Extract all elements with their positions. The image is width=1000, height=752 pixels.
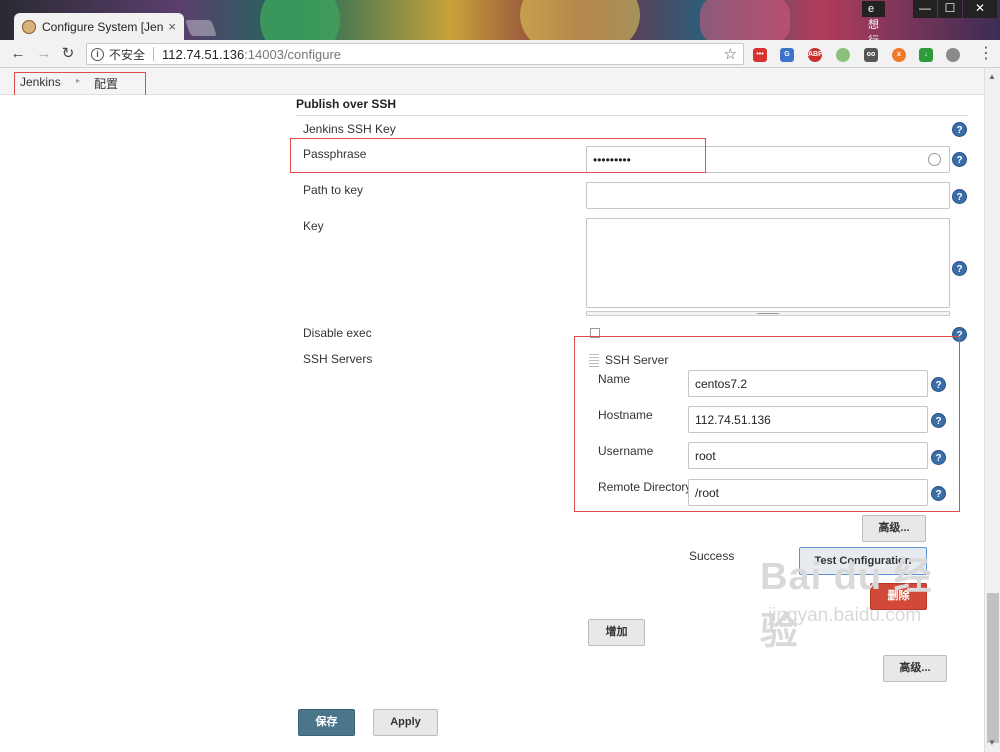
cloud-ext-icon[interactable]: [946, 48, 960, 62]
tab-close-icon[interactable]: ×: [168, 19, 176, 34]
help-icon[interactable]: ?: [952, 122, 967, 137]
maximize-icon[interactable]: ☐: [938, 0, 962, 18]
wallpaper-art: [520, 0, 640, 40]
path-to-key-field[interactable]: [586, 182, 950, 209]
watermark-url: jingyan.baidu.com: [768, 605, 922, 626]
path-to-key-label: Path to key: [303, 183, 364, 197]
divider: [153, 47, 155, 61]
url-path: :14003/configure: [244, 46, 342, 62]
security-label: 不安全: [109, 47, 146, 62]
browser-tab-configure-system[interactable]: Configure System [Jenk ×: [14, 13, 184, 40]
server-advanced-button[interactable]: 高级...: [862, 515, 926, 542]
username-field[interactable]: root: [688, 442, 928, 469]
help-icon[interactable]: ?: [952, 152, 967, 167]
close-window-icon[interactable]: ✕: [963, 0, 997, 18]
username-label: Username: [598, 444, 654, 458]
browser-menu-icon[interactable]: ⋮: [978, 45, 994, 63]
advanced-button[interactable]: 高级...: [883, 655, 947, 682]
bracket-ext-icon[interactable]: oo: [864, 48, 878, 62]
scroll-thumb[interactable]: [987, 593, 999, 743]
passphrase-label: Passphrase: [303, 147, 367, 161]
passphrase-value: •••••••••: [593, 153, 631, 167]
orange-ext-icon[interactable]: x: [892, 48, 906, 62]
page-scrollbar[interactable]: ▲ ▼: [984, 68, 1000, 752]
profile-badge[interactable]: e想行空: [862, 1, 885, 40]
forward-arrow-icon[interactable]: →: [34, 44, 54, 64]
address-bar[interactable]: i 不安全 112.74.51.136 :14003/configure ☆: [86, 43, 744, 65]
help-icon[interactable]: ?: [952, 189, 967, 204]
drag-handle-icon[interactable]: [589, 353, 599, 367]
save-button[interactable]: 保存: [298, 709, 355, 736]
green-square-ext-icon[interactable]: ↓: [919, 48, 933, 62]
textarea-resize-handle[interactable]: [586, 311, 950, 316]
bookmark-star-icon[interactable]: ☆: [724, 45, 737, 63]
jenkins-favicon-icon: [22, 19, 36, 34]
baidu-watermark: Bai du 经验 jingyan.baidu.com: [760, 545, 950, 653]
breadcrumb-arrow-icon: ▸: [76, 76, 81, 85]
site-info-icon[interactable]: i: [91, 47, 104, 61]
section-title: Publish over SSH: [296, 97, 397, 111]
scroll-up-icon[interactable]: ▲: [988, 72, 996, 81]
red-ext-icon[interactable]: •••: [753, 48, 767, 62]
watermark-brand: Bai du 经验: [760, 556, 933, 653]
apply-button[interactable]: Apply: [373, 709, 438, 736]
add-server-button[interactable]: 增加: [588, 619, 645, 646]
help-icon[interactable]: ?: [931, 486, 946, 501]
tab-title: Configure System [Jenk: [42, 19, 165, 34]
breadcrumb-configure[interactable]: 配置: [94, 75, 118, 92]
server-name-label: Name: [598, 372, 631, 386]
remote-directory-field[interactable]: /root: [688, 479, 928, 506]
breadcrumb: Jenkins ▸ 配置: [0, 68, 984, 95]
ssh-servers-label: SSH Servers: [303, 352, 373, 366]
reload-icon[interactable]: ↻: [58, 44, 78, 64]
disable-exec-label: Disable exec: [303, 326, 372, 340]
key-label: Key: [303, 219, 324, 233]
minimize-icon[interactable]: —: [913, 0, 937, 18]
new-tab-button[interactable]: [185, 20, 217, 36]
browser-toolbar: ← → ↻ i 不安全 112.74.51.136 :14003/configu…: [0, 40, 1000, 68]
wallpaper-art: [260, 0, 340, 40]
abp-ext-icon[interactable]: ABP: [808, 48, 823, 62]
test-status-text: Success: [689, 549, 735, 563]
section-divider: [296, 115, 968, 116]
remote-directory-label: Remote Directory: [598, 480, 692, 494]
help-icon[interactable]: ?: [931, 413, 946, 428]
breadcrumb-jenkins[interactable]: Jenkins: [20, 75, 61, 89]
back-arrow-icon[interactable]: ←: [8, 44, 28, 64]
translate-ext-icon[interactable]: G: [780, 48, 794, 62]
passphrase-field[interactable]: •••••••••: [586, 146, 950, 173]
green-circle-ext-icon[interactable]: [836, 48, 850, 62]
wallpaper-art: [700, 0, 790, 40]
disable-exec-checkbox[interactable]: [590, 328, 600, 338]
password-reveal-icon[interactable]: [928, 153, 941, 166]
key-textarea[interactable]: [586, 218, 950, 308]
help-icon[interactable]: ?: [931, 377, 946, 392]
server-name-field[interactable]: centos7.2: [688, 370, 928, 397]
url-host: 112.74.51.136: [162, 46, 245, 62]
help-icon[interactable]: ?: [931, 450, 946, 465]
hostname-field[interactable]: 112.74.51.136: [688, 406, 928, 433]
browser-titlebar: Configure System [Jenk × e想行空 — ☐ ✕: [0, 0, 1000, 40]
scroll-down-icon[interactable]: ▼: [988, 738, 996, 747]
help-icon[interactable]: ?: [952, 261, 967, 276]
ssh-server-title: SSH Server: [605, 353, 669, 367]
jenkins-ssh-key-label: Jenkins SSH Key: [303, 122, 396, 136]
hostname-label: Hostname: [598, 408, 653, 422]
help-icon[interactable]: ?: [952, 327, 967, 342]
